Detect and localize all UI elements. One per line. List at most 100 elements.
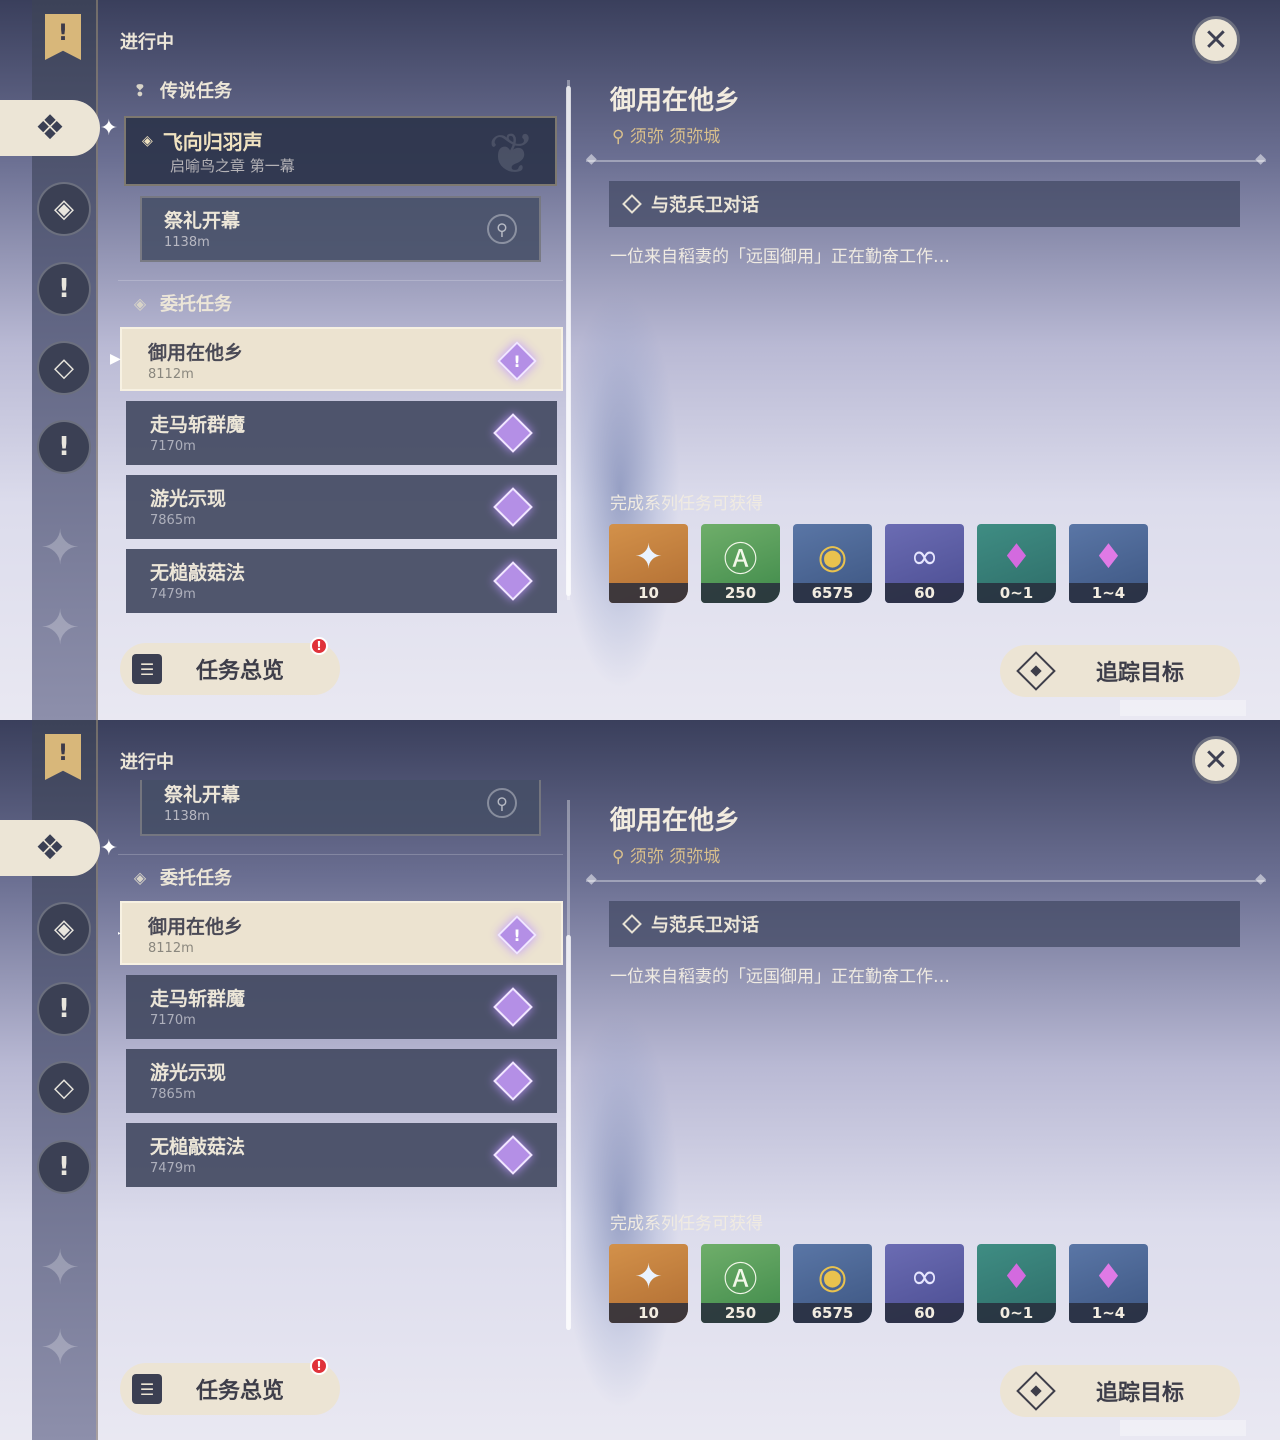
- companionship-exp-reward[interactable]: ∞ 60: [885, 524, 964, 603]
- quest-distance: 8112m: [148, 367, 194, 382]
- selected-arrow-icon: ▶: [118, 925, 121, 941]
- objective-icon: [622, 194, 642, 214]
- quest-title: 游光示现: [150, 488, 227, 510]
- crystal-chunk-icon: ♦: [1001, 1256, 1032, 1297]
- scrollbar-thumb[interactable]: [566, 86, 571, 596]
- quest-item[interactable]: 走马斩群魔 7170m: [126, 401, 557, 465]
- event-quest-icon[interactable]: !: [37, 420, 91, 474]
- primogem-reward[interactable]: ✦ 10: [609, 1244, 688, 1323]
- crystal-cluster-reward[interactable]: ♦ 1~4: [1069, 1244, 1148, 1323]
- commission-quest-icon: !: [497, 341, 537, 381]
- quest-item[interactable]: 走马斩群魔 7170m: [126, 975, 557, 1039]
- quest-item-selected[interactable]: ▶ 御用在他乡 8112m !: [118, 901, 563, 965]
- commission-icon[interactable]: ◇: [37, 341, 91, 395]
- track-target-button[interactable]: 追踪目标: [1000, 1365, 1240, 1417]
- sparkle-icon: ✦: [99, 836, 118, 861]
- scrollbar-thumb[interactable]: [566, 935, 571, 1330]
- legend-quest-subtitle: 启喻鸟之章 第一幕: [170, 157, 295, 175]
- rail-decoration-icon: ✦: [40, 520, 81, 576]
- quest-distance: 7479m: [150, 1161, 196, 1176]
- close-button[interactable]: ✕: [1192, 16, 1240, 64]
- track-target-button[interactable]: 追踪目标: [1000, 645, 1240, 697]
- track-target-icon: [1016, 651, 1056, 691]
- legend-step-title: 祭礼开幕: [164, 210, 241, 232]
- world-quest-icon[interactable]: !: [37, 982, 91, 1036]
- quest-item[interactable]: 游光示现 7865m: [126, 1049, 557, 1113]
- all-quests-icon: ❖: [34, 828, 66, 868]
- commission-icon[interactable]: ◇: [37, 1061, 91, 1115]
- legend-category-label: 传说任务: [160, 81, 232, 102]
- all-quests-tab[interactable]: ❖ ✦: [0, 820, 118, 876]
- legend-step-card[interactable]: 祭礼开幕 1138m ⚲: [140, 196, 541, 262]
- selected-arrow-icon: ▶: [110, 351, 121, 367]
- quest-title: 无槌敲菇法: [150, 1136, 246, 1158]
- world-quest-icon[interactable]: !: [37, 262, 91, 316]
- rewards-row: ✦ 10 Ⓐ 250 ◉ 6575 ∞ 60 ♦ 0~1 ♦ 1~4: [609, 524, 1148, 603]
- quest-item[interactable]: 无槌敲菇法 7479m: [126, 549, 557, 613]
- adventure-exp-reward[interactable]: Ⓐ 250: [701, 1244, 780, 1323]
- quest-title: 御用在他乡: [148, 916, 244, 938]
- primogem-reward[interactable]: ✦ 10: [609, 524, 688, 603]
- quest-screen-top: ! ❖ ✦ ◈ ! ◇ ! ✦ ✦ 进行中 ❢ 传说任务 ◈ 飞向归羽声 启喻鸟之…: [0, 0, 1280, 720]
- quest-distance: 7479m: [150, 587, 196, 602]
- overview-label: 任务总览: [196, 1379, 285, 1404]
- rail-decoration-icon: ✦: [40, 1320, 81, 1376]
- commission-quest-icon: !: [497, 915, 537, 955]
- divider: [118, 854, 563, 855]
- quest-overview-button[interactable]: ☰ 任务总览 !: [120, 637, 340, 695]
- quest-distance: 8112m: [148, 941, 194, 956]
- mora-icon: ◉: [817, 536, 848, 577]
- mora-icon: ◉: [817, 1256, 848, 1297]
- quest-item[interactable]: 无槌敲菇法 7479m: [126, 1123, 557, 1187]
- location-pin-icon: ⚲: [612, 127, 625, 147]
- legend-quest-icon[interactable]: ◈: [37, 902, 91, 956]
- mora-reward[interactable]: ◉ 6575: [793, 524, 872, 603]
- progress-hint: [1120, 1420, 1246, 1436]
- legend-emblem-icon: ❦: [488, 122, 535, 187]
- legend-quest-card[interactable]: ◈ 飞向归羽声 启喻鸟之章 第一幕 ❦: [124, 116, 557, 187]
- commission-quest-icon: [493, 561, 533, 601]
- crystal-chunk-reward[interactable]: ♦ 0~1: [977, 524, 1056, 603]
- quest-item-selected[interactable]: ▶ 御用在他乡 8112m !: [110, 327, 563, 391]
- crystal-cluster-reward[interactable]: ♦ 1~4: [1069, 524, 1148, 603]
- map-pin-icon[interactable]: ⚲: [487, 214, 517, 244]
- commission-category-icon: ◈: [133, 293, 147, 313]
- detail-title: 御用在他乡: [610, 86, 741, 116]
- crystal-cluster-icon: ♦: [1093, 1256, 1124, 1297]
- quest-screen-scrolled: ! ❖ ✦ ◈ ! ◇ ! ✦ ✦ 进行中 祭礼开幕 1138m ⚲ ◈ 委托任…: [0, 720, 1280, 1440]
- legend-quest-icon[interactable]: ◈: [37, 182, 91, 236]
- quest-title: 御用在他乡: [148, 342, 244, 364]
- quest-distance: 7865m: [150, 1087, 196, 1102]
- legend-step-distance: 1138m: [164, 809, 210, 824]
- all-quests-tab[interactable]: ❖ ✦: [0, 100, 118, 156]
- commission-quest-icon: [493, 487, 533, 527]
- legend-step-card[interactable]: 祭礼开幕 1138m ⚲: [140, 780, 541, 836]
- quest-title: 游光示现: [150, 1062, 227, 1084]
- commission-category-label: 委托任务: [160, 868, 232, 889]
- event-quest-icon[interactable]: !: [37, 1140, 91, 1194]
- legend-category-icon: ❢: [133, 80, 147, 100]
- map-pin-icon[interactable]: ⚲: [487, 788, 517, 818]
- all-quests-icon: ❖: [34, 108, 66, 148]
- rewards-title: 完成系列任务可获得: [610, 494, 763, 514]
- ornament-divider: [586, 151, 1266, 167]
- quest-item[interactable]: 游光示现 7865m: [126, 475, 557, 539]
- progress-hint: [1120, 700, 1246, 716]
- close-button[interactable]: ✕: [1192, 736, 1240, 784]
- ornament-divider: [586, 871, 1266, 887]
- companionship-exp-reward[interactable]: ∞ 60: [885, 1244, 964, 1323]
- quest-overview-button[interactable]: ☰ 任务总览 !: [120, 1357, 340, 1415]
- alert-badge-icon: !: [310, 637, 328, 655]
- mora-reward[interactable]: ◉ 6575: [793, 1244, 872, 1323]
- quest-distance: 7865m: [150, 513, 196, 528]
- crystal-chunk-reward[interactable]: ♦ 0~1: [977, 1244, 1056, 1323]
- quest-list-viewport: 祭礼开幕 1138m ⚲ ◈ 委托任务 ▶ 御用在他乡 8112m ! 走马斩群…: [118, 780, 563, 1340]
- quest-list: 祭礼开幕 1138m ⚲ ◈ 委托任务 ▶ 御用在他乡 8112m ! 走马斩群…: [118, 780, 563, 1187]
- commission-category-label: 委托任务: [160, 294, 232, 315]
- location-pin-icon: ⚲: [612, 847, 625, 867]
- adventure-exp-reward[interactable]: Ⓐ 250: [701, 524, 780, 603]
- companionship-icon: ∞: [910, 1256, 939, 1297]
- rewards-title: 完成系列任务可获得: [610, 1214, 763, 1234]
- quest-distance: 7170m: [150, 439, 196, 454]
- detail-title: 御用在他乡: [610, 806, 741, 836]
